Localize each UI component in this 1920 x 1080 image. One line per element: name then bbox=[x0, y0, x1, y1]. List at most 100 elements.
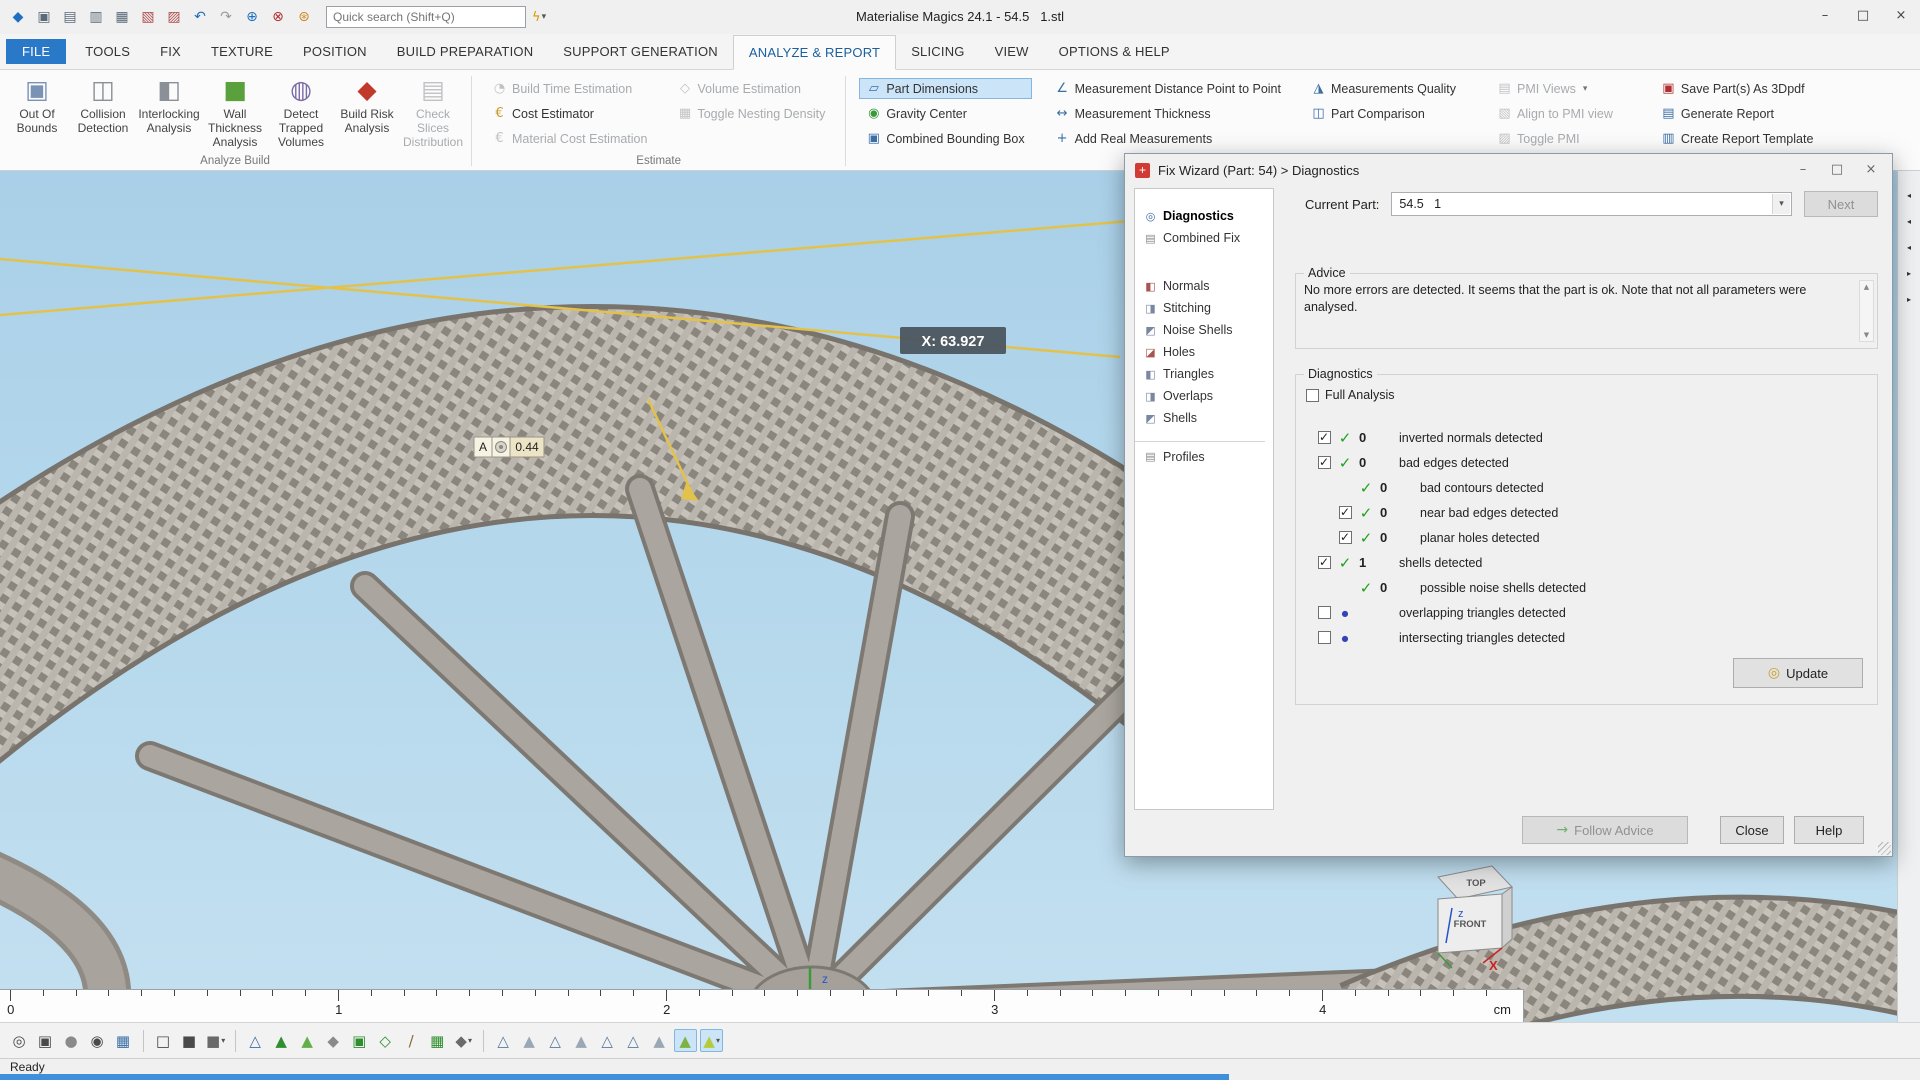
view-toolbar-button[interactable]: / bbox=[400, 1029, 423, 1052]
fix-wizard-sidebar-item[interactable]: ◨ Overlaps bbox=[1135, 385, 1273, 407]
scroll-down-icon[interactable]: ▼ bbox=[1864, 331, 1869, 339]
ribbon-tab[interactable]: OPTIONS & HELP bbox=[1044, 34, 1185, 69]
panel-toggle-button[interactable]: ◂ bbox=[1901, 187, 1918, 204]
ribbon-tab[interactable]: VIEW bbox=[980, 34, 1044, 69]
quick-access-button[interactable]: ▥ bbox=[84, 5, 108, 29]
help-button[interactable]: Help bbox=[1794, 816, 1864, 844]
ribbon-small-button[interactable]: ▨ Toggle PMI bbox=[1490, 128, 1627, 149]
next-button[interactable]: Next bbox=[1804, 191, 1878, 217]
view-toolbar-button[interactable]: ▲ bbox=[570, 1029, 593, 1052]
diagnostic-checkbox[interactable] bbox=[1339, 531, 1352, 544]
ribbon-tab[interactable]: SLICING bbox=[896, 34, 979, 69]
view-toolbar-button[interactable]: ◆ bbox=[322, 1029, 345, 1052]
ribbon-small-button[interactable]: ▧ Align to PMI view bbox=[1490, 103, 1627, 124]
ribbon-big-button[interactable]: ◍ Detect Trapped Volumes bbox=[268, 72, 334, 149]
ribbon-tab[interactable]: BUILD PREPARATION bbox=[382, 34, 549, 69]
measurement-tag[interactable]: A 0.44 bbox=[474, 437, 544, 457]
window-control-button[interactable]: – bbox=[1806, 0, 1844, 30]
fix-wizard-sidebar-item[interactable]: ◪ Holes bbox=[1135, 341, 1273, 363]
ribbon-small-button[interactable]: € Cost Estimator bbox=[485, 103, 654, 124]
ribbon-small-button[interactable]: ∠ Measurement Distance Point to Point bbox=[1048, 78, 1288, 99]
view-toolbar-button[interactable]: ◇ bbox=[374, 1029, 397, 1052]
view-toolbar-button[interactable]: ◆ ▾ bbox=[452, 1029, 475, 1052]
view-toolbar-button[interactable]: △ bbox=[622, 1029, 645, 1052]
view-toolbar-button[interactable]: ▲ bbox=[518, 1029, 541, 1052]
ribbon-big-button[interactable]: ■ Wall Thickness Analysis bbox=[202, 72, 268, 149]
view-toolbar-button[interactable]: ▲ ▾ bbox=[700, 1029, 723, 1052]
ribbon-small-button[interactable]: + Add Real Measurements bbox=[1048, 128, 1288, 149]
view-toolbar-button[interactable]: ▦ bbox=[112, 1029, 135, 1052]
view-toolbar-button[interactable]: ◉ bbox=[86, 1029, 109, 1052]
view-toolbar-button[interactable]: ▲ bbox=[648, 1029, 671, 1052]
ribbon-tab[interactable]: TOOLS bbox=[70, 34, 145, 69]
ribbon-big-button[interactable]: ▤ Check Slices Distribution bbox=[400, 72, 466, 149]
view-toolbar-button[interactable]: □ bbox=[152, 1029, 175, 1052]
view-toolbar-button[interactable]: ▲ bbox=[674, 1029, 697, 1052]
quick-actions-menu[interactable]: ϟ ▾ bbox=[532, 10, 546, 25]
ribbon-small-button[interactable]: € Material Cost Estimation bbox=[485, 128, 654, 149]
quick-access-button[interactable]: ◆ bbox=[6, 5, 30, 29]
scroll-up-icon[interactable]: ▲ bbox=[1864, 283, 1869, 291]
diagnostic-checkbox[interactable] bbox=[1318, 556, 1331, 569]
ribbon-small-button[interactable]: ▦ Toggle Nesting Density bbox=[670, 103, 832, 124]
ribbon-big-button[interactable]: ◆ Build Risk Analysis bbox=[334, 72, 400, 136]
ribbon-tab[interactable]: ANALYZE & REPORT bbox=[733, 35, 896, 70]
resize-grip[interactable] bbox=[1878, 842, 1891, 855]
ribbon-small-button[interactable]: ◉ Gravity Center bbox=[859, 103, 1031, 124]
fix-wizard-sidebar-item[interactable]: ▤ Combined Fix bbox=[1135, 227, 1273, 249]
update-button[interactable]: ◎ Update bbox=[1733, 658, 1863, 688]
diagnostic-checkbox[interactable] bbox=[1318, 631, 1331, 644]
full-analysis-checkbox[interactable] bbox=[1306, 389, 1319, 402]
view-toolbar-button[interactable]: ▣ bbox=[34, 1029, 57, 1052]
ribbon-small-button[interactable]: ▤ PMI Views ▾ bbox=[1490, 78, 1627, 99]
fix-wizard-sidebar-item[interactable]: ◎ Diagnostics bbox=[1135, 205, 1273, 227]
ribbon-big-button[interactable]: ◫ Collision Detection bbox=[70, 72, 136, 136]
view-toolbar-button[interactable] bbox=[235, 1030, 236, 1052]
ribbon-small-button[interactable]: ▤ Generate Report bbox=[1654, 103, 1820, 124]
close-button[interactable]: Close bbox=[1720, 816, 1784, 844]
ribbon-tab[interactable]: FIX bbox=[145, 34, 196, 69]
view-toolbar-button[interactable]: ■ ▾ bbox=[204, 1029, 227, 1052]
quick-access-button[interactable]: ▣ bbox=[32, 5, 56, 29]
diagnostic-checkbox[interactable] bbox=[1339, 506, 1352, 519]
fix-wizard-sidebar-item[interactable]: ▤ Profiles bbox=[1135, 441, 1265, 467]
quick-access-button[interactable]: ⊕ bbox=[240, 5, 264, 29]
ribbon-small-button[interactable]: ▱ Part Dimensions bbox=[859, 78, 1031, 99]
diagnostic-checkbox[interactable] bbox=[1318, 431, 1331, 444]
quick-access-button[interactable]: ▧ bbox=[136, 5, 160, 29]
panel-toggle-button[interactable]: ◂ bbox=[1901, 239, 1918, 256]
diagnostic-checkbox[interactable] bbox=[1318, 456, 1331, 469]
quick-access-button[interactable]: ▨ bbox=[162, 5, 186, 29]
view-toolbar-button[interactable]: △ bbox=[492, 1029, 515, 1052]
fix-wizard-sidebar-item[interactable]: ◩ Noise Shells bbox=[1135, 319, 1273, 341]
quick-access-button[interactable]: ⊗ bbox=[266, 5, 290, 29]
quick-access-button[interactable]: ▤ bbox=[58, 5, 82, 29]
ribbon-small-button[interactable]: ▣ Combined Bounding Box bbox=[859, 128, 1031, 149]
view-toolbar-button[interactable]: ▣ bbox=[348, 1029, 371, 1052]
window-control-button[interactable]: □ bbox=[1844, 0, 1882, 30]
view-toolbar-button[interactable]: ◎ bbox=[8, 1029, 31, 1052]
ribbon-big-button[interactable]: ▣ Out Of Bounds bbox=[4, 72, 70, 136]
quick-access-button[interactable]: ↶ bbox=[188, 5, 212, 29]
window-control-button[interactable]: × bbox=[1882, 0, 1920, 30]
ribbon-tab[interactable]: SUPPORT GENERATION bbox=[548, 34, 733, 69]
follow-advice-button[interactable]: → Follow Advice bbox=[1522, 816, 1688, 844]
ribbon-small-button[interactable]: ◮ Measurements Quality bbox=[1304, 78, 1463, 99]
ribbon-tab[interactable]: FILE bbox=[6, 39, 66, 64]
view-toolbar-button[interactable] bbox=[483, 1030, 484, 1052]
fix-wizard-sidebar-item[interactable]: ◩ Shells bbox=[1135, 407, 1273, 429]
fix-wizard-sidebar-item[interactable]: ◧ Triangles bbox=[1135, 363, 1273, 385]
ribbon-small-button[interactable]: ◇ Volume Estimation bbox=[670, 78, 832, 99]
ribbon-small-button[interactable]: ▣ Save Part(s) As 3Dpdf bbox=[1654, 78, 1820, 99]
quick-access-button[interactable]: ▦ bbox=[110, 5, 134, 29]
ribbon-tab[interactable]: TEXTURE bbox=[196, 34, 288, 69]
ribbon-tab[interactable]: POSITION bbox=[288, 34, 382, 69]
quick-search-input[interactable] bbox=[326, 6, 526, 28]
view-toolbar-button[interactable]: ■ bbox=[178, 1029, 201, 1052]
current-part-dropdown[interactable]: 54.5 1 ▾ bbox=[1391, 192, 1792, 216]
panel-toggle-button[interactable]: ▸ bbox=[1901, 265, 1918, 282]
panel-toggle-button[interactable]: ◂ bbox=[1901, 213, 1918, 230]
ribbon-small-button[interactable]: ◫ Part Comparison bbox=[1304, 103, 1463, 124]
ribbon-small-button[interactable]: ◔ Build Time Estimation bbox=[485, 78, 654, 99]
view-toolbar-button[interactable]: △ bbox=[596, 1029, 619, 1052]
